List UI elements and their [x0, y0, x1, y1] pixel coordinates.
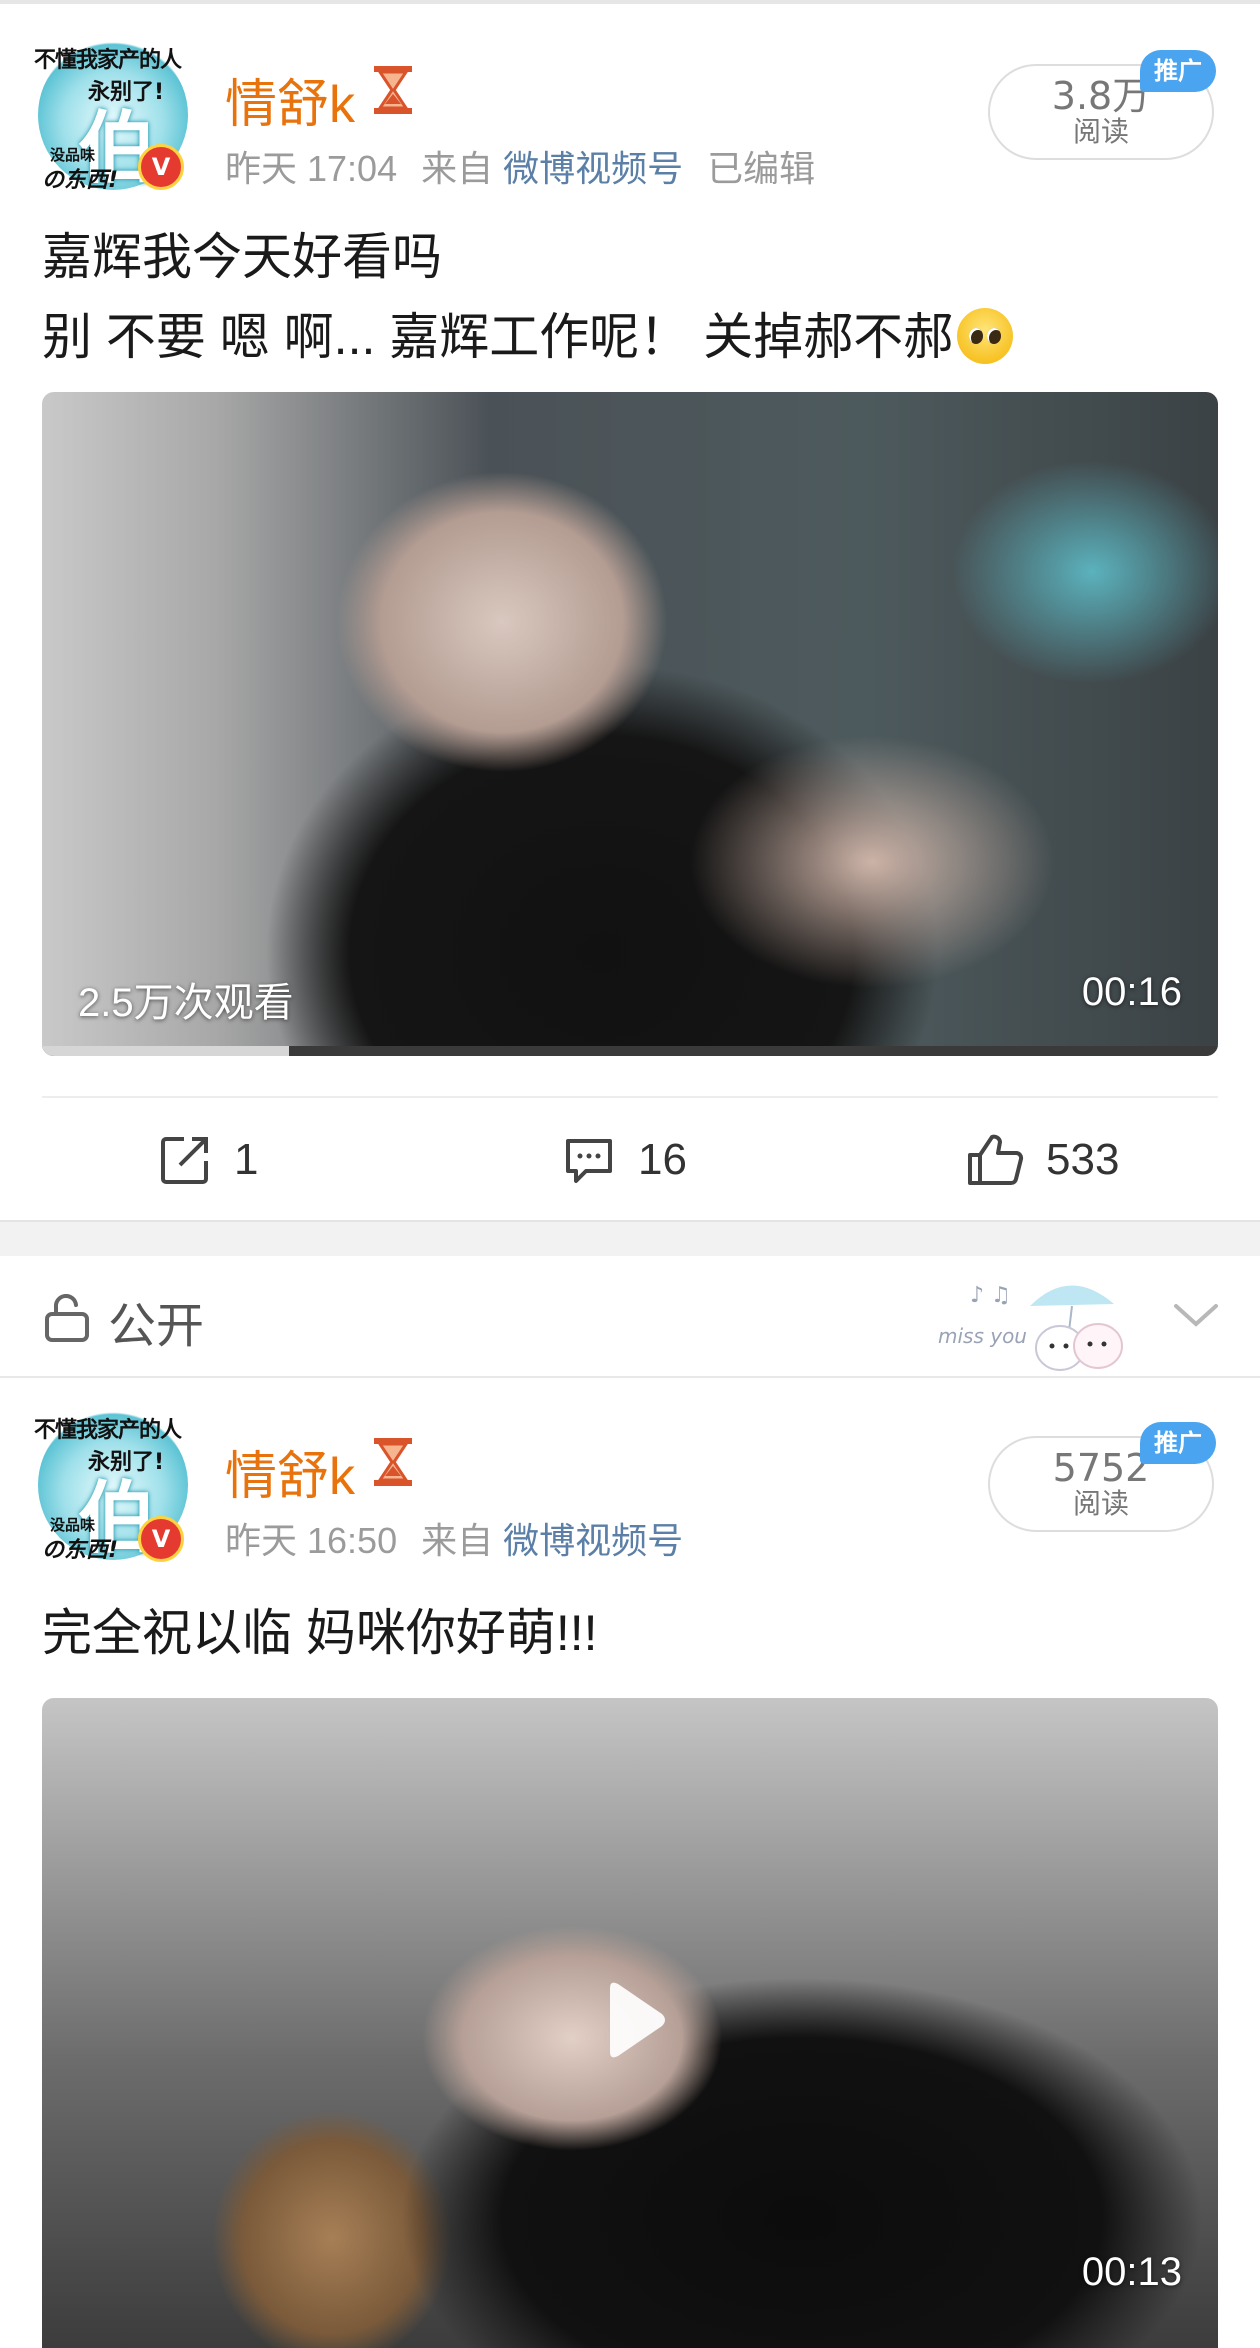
post-text-line-1: 嘉辉我今天好看吗 [42, 229, 442, 285]
username[interactable]: 情舒k [225, 1434, 355, 1509]
hourglass-icon [374, 66, 412, 114]
actions-divider [42, 1096, 1218, 1098]
post-card[interactable]: 不懂我家产的人 永别了! 伯 没品味 の东西! V 情舒k 昨天 17:04 来自… [0, 4, 1260, 1220]
comment-button[interactable]: 16 [562, 1100, 687, 1220]
hourglass-icon [374, 1438, 412, 1486]
sticker-text: miss you [938, 1324, 1027, 1348]
source-prefix: 来自 [421, 1520, 494, 1561]
pleading-face-icon [957, 308, 1014, 364]
source-prefix: 来自 [421, 148, 494, 189]
avatar-text-bottom: の东西! [42, 168, 119, 193]
post-meta: 昨天 16:50 来自 微博视频号 [225, 1512, 707, 1564]
visibility-label: 公开 [108, 1300, 205, 1353]
share-count: 1 [234, 1135, 259, 1184]
video-duration: 00:13 [1081, 2250, 1182, 2294]
read-label: 阅读 [1072, 115, 1129, 148]
video-player[interactable]: 2.5万次观看 00:16 [42, 392, 1218, 1056]
video-progress-fill [42, 1046, 289, 1056]
feed-separator [0, 1220, 1260, 1256]
username[interactable]: 情舒k [225, 62, 355, 137]
post-time: 昨天 16:50 [225, 1520, 398, 1561]
post-time: 昨天 17:04 [225, 148, 398, 189]
visibility-row[interactable]: 公开 ♪ ♫ miss you [0, 1256, 1260, 1378]
avatar-text-top: 不懂我家产的人 [34, 48, 182, 73]
post-text-line-2: 别 不要 嗯 啊... 嘉辉工作呢！ 关掉郝不郝 [42, 292, 1014, 382]
source-link[interactable]: 微博视频号 [503, 1520, 683, 1561]
view-count: 2.5万次观看 [78, 981, 294, 1025]
promo-badge[interactable]: 推广 [1140, 1422, 1216, 1464]
source-link[interactable]: 微博视频号 [503, 148, 683, 189]
verified-badge-icon: V [138, 144, 184, 190]
read-label: 阅读 [1072, 1487, 1129, 1520]
edited-label: 已编辑 [707, 148, 816, 189]
post-meta: 昨天 17:04 来自 微博视频号 已编辑 [225, 140, 839, 192]
thumbs-up-icon [968, 1134, 1024, 1185]
share-icon [161, 1137, 208, 1184]
like-count: 533 [1046, 1135, 1120, 1184]
verified-badge-icon: V [138, 1516, 184, 1562]
chevron-down-icon[interactable] [1172, 1300, 1220, 1330]
promo-badge[interactable]: 推广 [1140, 50, 1216, 92]
video-progress-bar[interactable] [42, 1046, 1218, 1056]
video-player[interactable]: 00:13 [42, 1698, 1218, 2348]
action-bar: 1 16 533 [0, 1100, 1260, 1220]
post-card[interactable]: 不懂我家产的人 永别了! 伯 没品味 の东西! V 情舒k 昨天 16:50 来自… [0, 1378, 1260, 2348]
svg-text:♪ ♫: ♪ ♫ [970, 1283, 1011, 1308]
comment-count: 16 [638, 1135, 687, 1184]
post-text-line-1: 完全祝以临 妈咪你好萌!!! [42, 1605, 598, 1661]
video-duration: 00:16 [1081, 970, 1182, 1014]
share-button[interactable]: 1 [158, 1100, 258, 1220]
like-button[interactable]: 533 [966, 1100, 1119, 1220]
avatar-text-bottom: の东西! [42, 1538, 119, 1563]
avatar-text-top: 不懂我家产的人 [34, 1418, 182, 1443]
post-text-line-2-body: 别 不要 嗯 啊... 嘉辉工作呢！ 关掉郝不郝 [42, 309, 954, 365]
unlock-icon [45, 1294, 89, 1342]
cute-sticker-icon: ♪ ♫ [970, 1283, 1123, 1371]
comment-icon [566, 1139, 612, 1183]
play-icon[interactable] [580, 1970, 680, 2070]
